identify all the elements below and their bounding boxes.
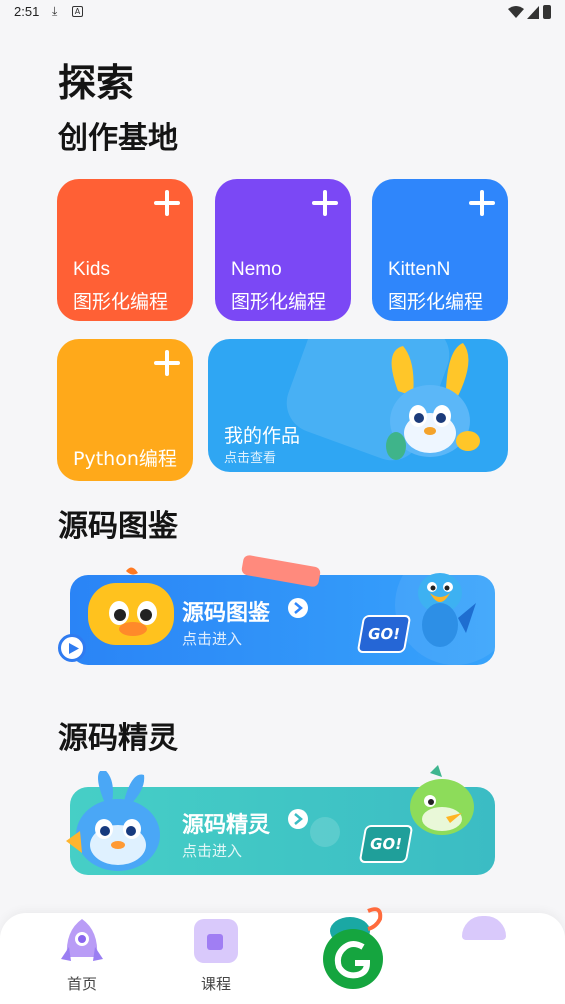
codex-heading: 源码图鉴 <box>58 509 178 544</box>
tile-sublabel: 图形化编程 <box>388 291 484 313</box>
course-icon <box>194 919 238 963</box>
tile-label: KittenN <box>388 259 451 280</box>
nemo-tile[interactable]: Nemo 图形化编程 <box>215 179 351 321</box>
rocket-icon <box>61 919 103 961</box>
create-heading: 创作基地 <box>58 121 178 156</box>
kittenn-tile[interactable]: KittenN 图形化编程 <box>372 179 508 321</box>
spirit-banner-title: 源码精灵 <box>182 813 271 838</box>
chevron-right-icon <box>288 809 308 829</box>
codex-banner[interactable]: 源码图鉴 点击进入 GO! <box>58 554 495 665</box>
tile-sublabel: 图形化编程 <box>73 291 169 313</box>
app-logo-icon <box>323 929 383 989</box>
play-button[interactable] <box>58 634 86 662</box>
my-works-title: 我的作品 <box>224 425 301 447</box>
parrot-mascot-icon <box>418 573 476 647</box>
codex-banner-subtitle: 点击进入 <box>182 630 243 648</box>
signal-icon <box>527 6 539 19</box>
chick-mascot-icon <box>88 567 174 645</box>
plus-icon <box>153 189 181 217</box>
my-works-card[interactable]: 我的作品 点击查看 <box>208 339 508 472</box>
plus-icon <box>153 349 181 377</box>
bunny-mascot-icon <box>386 343 480 460</box>
page-title: 探索 <box>58 61 135 105</box>
status-bar: 2:51 ⤓ A <box>0 0 565 26</box>
dino-mascot-icon <box>410 765 474 835</box>
profile-icon <box>462 916 506 940</box>
status-time: 2:51 <box>14 4 40 19</box>
notification-icon: A <box>72 6 83 17</box>
tile-label: Kids <box>73 259 110 280</box>
python-tile[interactable]: Python编程 <box>57 339 193 481</box>
bottom-tab-bar: 首页 课程 <box>0 907 565 1004</box>
tile-label: Nemo <box>231 259 282 280</box>
kids-tile[interactable]: Kids 图形化编程 <box>57 179 193 321</box>
spirit-banner-subtitle: 点击进入 <box>182 842 243 860</box>
codex-banner-title: 源码图鉴 <box>182 601 271 626</box>
download-icon: ⤓ <box>52 4 58 18</box>
plus-icon <box>468 189 496 217</box>
wifi-icon <box>508 6 524 18</box>
chevron-right-icon <box>288 598 308 618</box>
spirit-banner[interactable]: 源码精灵 点击进入 GO! <box>66 765 495 875</box>
tab-home-label: 首页 <box>66 975 97 993</box>
plus-icon <box>311 189 339 217</box>
banner-decoration <box>310 817 340 847</box>
spirit-heading: 源码精灵 <box>58 721 178 756</box>
bunny-spirit-mascot-icon <box>66 771 160 871</box>
my-works-subtitle: 点击查看 <box>224 451 277 466</box>
play-icon <box>69 643 79 654</box>
battery-icon <box>543 5 551 19</box>
tile-sublabel: Python编程 <box>73 448 177 470</box>
tile-sublabel: 图形化编程 <box>231 291 327 313</box>
tab-course-label: 课程 <box>200 975 231 993</box>
